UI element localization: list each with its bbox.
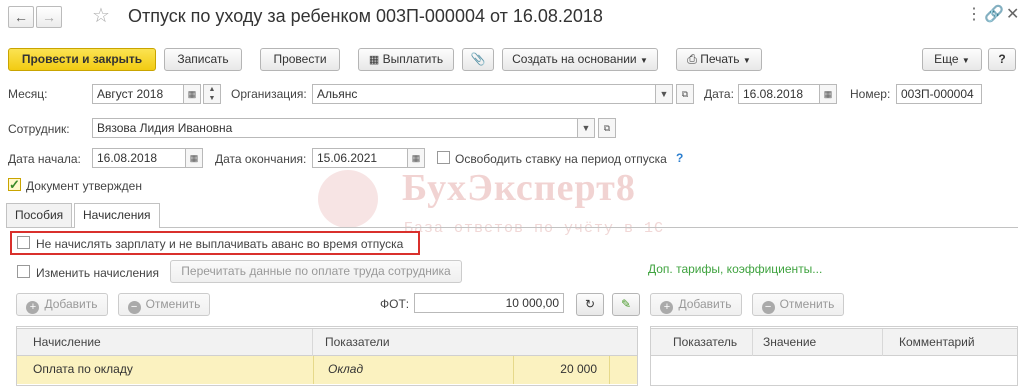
window-title: Отпуск по уходу за ребенком 003П-000004 … xyxy=(128,6,603,26)
fot-label: ФОТ: xyxy=(380,297,410,311)
print-button[interactable]: ⎙ Печать ▼ xyxy=(676,48,762,71)
more-button[interactable]: Еще ▼ xyxy=(922,48,982,71)
plus-icon: + xyxy=(26,301,40,314)
reread-button[interactable]: Перечитать данные по оплате труда сотруд… xyxy=(170,260,462,283)
minus-icon: − xyxy=(127,301,141,314)
org-field[interactable]: Альянс xyxy=(312,84,656,104)
watermark-tagline: База ответов по учёту в 1С xyxy=(404,220,665,237)
refresh-icon: ↻ xyxy=(584,297,596,311)
right-table-header: Показатель Значение Комментарий xyxy=(651,328,1017,356)
arrow-right-icon: → xyxy=(42,9,56,25)
org-label: Организация: xyxy=(231,87,307,101)
tab-accruals[interactable]: Начисления xyxy=(74,203,160,228)
col-indicators[interactable]: Показатели xyxy=(315,329,637,356)
employee-field[interactable]: Вязова Лидия Ивановна xyxy=(92,118,578,138)
date-field[interactable]: 16.08.2018 xyxy=(738,84,820,104)
create-based-label: Создать на основании xyxy=(512,52,637,66)
pay-icon: ▦ xyxy=(368,54,380,66)
start-date-field[interactable]: 16.08.2018 xyxy=(92,148,186,168)
save-button[interactable]: Записать xyxy=(164,48,242,71)
pay-label: Выплатить xyxy=(382,52,444,66)
table-row[interactable]: Оплата по окладу Оклад 20 000 xyxy=(17,356,637,384)
extra-rates-link[interactable]: Доп. тарифы, коэффициенты... xyxy=(648,262,822,276)
col-value[interactable]: Значение xyxy=(753,329,883,356)
minus-icon: − xyxy=(761,301,775,314)
edit-button[interactable]: ✎ xyxy=(612,293,640,316)
month-field[interactable]: Август 2018 xyxy=(92,84,184,104)
employee-label: Сотрудник: xyxy=(8,122,70,136)
post-and-close-button[interactable]: Провести и закрыть xyxy=(8,48,156,71)
calendar-icon[interactable]: ▦ xyxy=(185,148,203,168)
printer-icon: ⎙ xyxy=(687,52,697,66)
approved-label: Документ утвержден xyxy=(26,179,142,193)
cell-indicator: Оклад xyxy=(313,356,513,384)
star-icon[interactable]: ☆ xyxy=(92,3,110,28)
help-button[interactable]: ? xyxy=(988,48,1016,71)
attach-button[interactable]: 📎 xyxy=(462,48,494,71)
cell-extra xyxy=(609,356,637,384)
plus-icon: + xyxy=(660,301,674,314)
left-table-header: Начисление Показатели xyxy=(17,328,637,356)
back-button[interactable]: ← xyxy=(8,6,34,28)
no-salary-label: Не начислять зарплату и не выплачивать а… xyxy=(36,237,404,251)
approved-checkbox[interactable]: ✓ xyxy=(8,178,21,191)
change-accruals-checkbox[interactable] xyxy=(17,265,30,278)
more-vert-icon[interactable]: ⋮ xyxy=(966,4,982,24)
refresh-button[interactable]: ↻ xyxy=(576,293,604,316)
cancel-button[interactable]: − Отменить xyxy=(118,293,210,316)
end-date-label: Дата окончания: xyxy=(215,152,307,166)
change-accruals-label: Изменить начисления xyxy=(36,266,159,280)
add-button[interactable]: + Добавить xyxy=(16,293,108,316)
number-field[interactable]: 003П-000004 xyxy=(896,84,982,104)
fot-field[interactable]: 10 000,00 xyxy=(414,293,564,313)
chevron-down-icon: ▼ xyxy=(961,56,970,65)
arrow-left-icon: ← xyxy=(14,9,28,25)
col-accrual[interactable]: Начисление xyxy=(23,329,313,356)
more-label: Еще xyxy=(934,52,959,66)
cell-accrual: Оплата по окладу xyxy=(33,362,133,376)
right-cancel-label: Отменить xyxy=(779,297,835,311)
cancel-label: Отменить xyxy=(145,297,201,311)
pencil-icon: ✎ xyxy=(620,297,632,311)
date-label: Дата: xyxy=(704,87,734,101)
start-date-label: Дата начала: xyxy=(8,152,81,166)
col-comment[interactable]: Комментарий xyxy=(883,329,1017,356)
create-based-button[interactable]: Создать на основании ▼ xyxy=(502,48,658,71)
col-indicator[interactable]: Показатель xyxy=(663,329,753,356)
add-label: Добавить xyxy=(44,297,98,311)
tab-benefits[interactable]: Пособия xyxy=(6,203,73,227)
forward-button[interactable]: → xyxy=(36,6,62,28)
print-label: Печать xyxy=(700,52,740,66)
org-dropdown[interactable]: ▼ xyxy=(655,84,673,104)
calendar-icon[interactable]: ▦ xyxy=(407,148,425,168)
help-mark[interactable]: ? xyxy=(676,151,683,165)
end-date-field[interactable]: 15.06.2021 xyxy=(312,148,408,168)
month-stepper[interactable]: ▲ ▼ xyxy=(203,84,221,104)
cell-amount: 20 000 xyxy=(513,356,609,384)
watermark-brand: БухЭксперт8 xyxy=(402,167,636,209)
paperclip-icon: 📎 xyxy=(470,52,486,66)
right-add-label: Добавить xyxy=(678,297,732,311)
employee-dropdown[interactable]: ▼ xyxy=(577,118,595,138)
post-button[interactable]: Провести xyxy=(260,48,340,71)
month-label: Месяц: xyxy=(8,87,48,101)
calendar-icon[interactable]: ▦ xyxy=(819,84,837,104)
watermark-logo xyxy=(318,170,378,228)
employee-open-icon[interactable]: ⧉ xyxy=(598,118,616,138)
close-icon[interactable]: ✕ xyxy=(1006,4,1019,24)
chevron-down-icon: ▼ xyxy=(742,56,751,65)
calendar-icon[interactable]: ▦ xyxy=(183,84,201,104)
no-salary-checkbox[interactable] xyxy=(17,236,30,249)
release-rate-label: Освободить ставку на период отпуска xyxy=(455,152,667,166)
number-label: Номер: xyxy=(850,87,891,101)
chevron-down-icon: ▼ xyxy=(639,56,648,65)
release-rate-checkbox[interactable] xyxy=(437,151,450,164)
right-add-button[interactable]: + Добавить xyxy=(650,293,742,316)
link-icon[interactable]: 🔗 xyxy=(984,4,1004,24)
pay-button[interactable]: ▦ Выплатить xyxy=(358,48,454,71)
right-cancel-button[interactable]: − Отменить xyxy=(752,293,844,316)
org-open-icon[interactable]: ⧉ xyxy=(676,84,694,104)
